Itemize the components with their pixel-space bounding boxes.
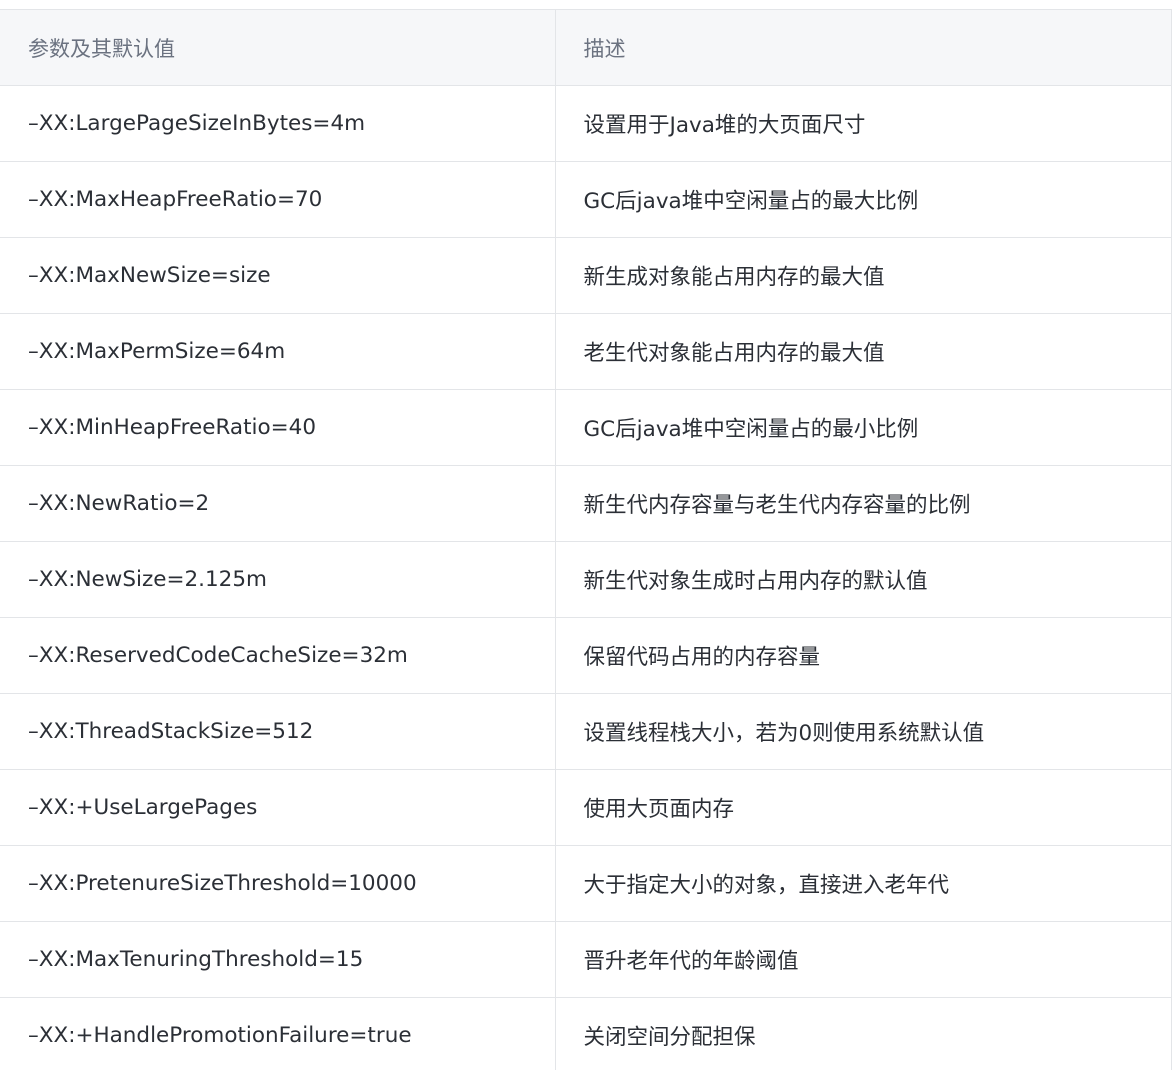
table-row: –XX:LargePageSizeInBytes=4m 设置用于Java堆的大页… <box>0 85 1172 162</box>
description-cell: 设置线程栈大小，若为0则使用系统默认值 <box>554 693 1172 770</box>
description-cell: 关闭空间分配担保 <box>554 997 1172 1070</box>
description-cell: 新生代内存容量与老生代内存容量的比例 <box>554 465 1172 542</box>
table-header-row: 参数及其默认值 描述 <box>0 9 1172 86</box>
table-row: –XX:NewRatio=2 新生代内存容量与老生代内存容量的比例 <box>0 465 1172 542</box>
description-cell: 设置用于Java堆的大页面尺寸 <box>554 85 1172 162</box>
parameter-cell: –XX:MaxNewSize=size <box>0 237 556 314</box>
description-cell: 新生代对象生成时占用内存的默认值 <box>554 541 1172 618</box>
jvm-parameters-table-container: 参数及其默认值 描述 –XX:LargePageSizeInBytes=4m 设… <box>0 0 1174 1070</box>
jvm-parameters-table: 参数及其默认值 描述 –XX:LargePageSizeInBytes=4m 设… <box>0 9 1172 1070</box>
table-row: –XX:MaxNewSize=size 新生成对象能占用内存的最大值 <box>0 237 1172 314</box>
description-cell: 使用大页面内存 <box>554 769 1172 846</box>
parameter-cell: –XX:NewSize=2.125m <box>0 541 556 618</box>
description-cell: 新生成对象能占用内存的最大值 <box>554 237 1172 314</box>
parameter-cell: –XX:LargePageSizeInBytes=4m <box>0 85 556 162</box>
parameter-cell: –XX:ReservedCodeCacheSize=32m <box>0 617 556 694</box>
parameter-cell: –XX:+UseLargePages <box>0 769 556 846</box>
parameter-cell: –XX:MaxHeapFreeRatio=70 <box>0 161 556 238</box>
parameter-cell: –XX:ThreadStackSize=512 <box>0 693 556 770</box>
parameter-cell: –XX:+HandlePromotionFailure=true <box>0 997 556 1070</box>
description-cell: 老生代对象能占用内存的最大值 <box>554 313 1172 390</box>
table-row: –XX:ThreadStackSize=512 设置线程栈大小，若为0则使用系统… <box>0 693 1172 770</box>
table-row: –XX:PretenureSizeThreshold=10000 大于指定大小的… <box>0 845 1172 922</box>
table-row: –XX:ReservedCodeCacheSize=32m 保留代码占用的内存容… <box>0 617 1172 694</box>
description-cell: GC后java堆中空闲量占的最大比例 <box>554 161 1172 238</box>
table-row: –XX:+HandlePromotionFailure=true 关闭空间分配担… <box>0 997 1172 1070</box>
parameter-cell: –XX:MaxPermSize=64m <box>0 313 556 390</box>
table-row: –XX:MaxTenuringThreshold=15 晋升老年代的年龄阈值 <box>0 921 1172 998</box>
table-row: –XX:+UseLargePages 使用大页面内存 <box>0 769 1172 846</box>
parameter-cell: –XX:MaxTenuringThreshold=15 <box>0 921 556 998</box>
description-cell: 保留代码占用的内存容量 <box>554 617 1172 694</box>
description-cell: 大于指定大小的对象，直接进入老年代 <box>554 845 1172 922</box>
description-cell: GC后java堆中空闲量占的最小比例 <box>554 389 1172 466</box>
table-row: –XX:MaxHeapFreeRatio=70 GC后java堆中空闲量占的最大… <box>0 161 1172 238</box>
table-row: –XX:NewSize=2.125m 新生代对象生成时占用内存的默认值 <box>0 541 1172 618</box>
table-row: –XX:MaxPermSize=64m 老生代对象能占用内存的最大值 <box>0 313 1172 390</box>
header-parameter-default: 参数及其默认值 <box>0 9 556 86</box>
parameter-cell: –XX:MinHeapFreeRatio=40 <box>0 389 556 466</box>
header-description: 描述 <box>554 9 1172 86</box>
table-row: –XX:MinHeapFreeRatio=40 GC后java堆中空闲量占的最小… <box>0 389 1172 466</box>
parameter-cell: –XX:PretenureSizeThreshold=10000 <box>0 845 556 922</box>
description-cell: 晋升老年代的年龄阈值 <box>554 921 1172 998</box>
parameter-cell: –XX:NewRatio=2 <box>0 465 556 542</box>
